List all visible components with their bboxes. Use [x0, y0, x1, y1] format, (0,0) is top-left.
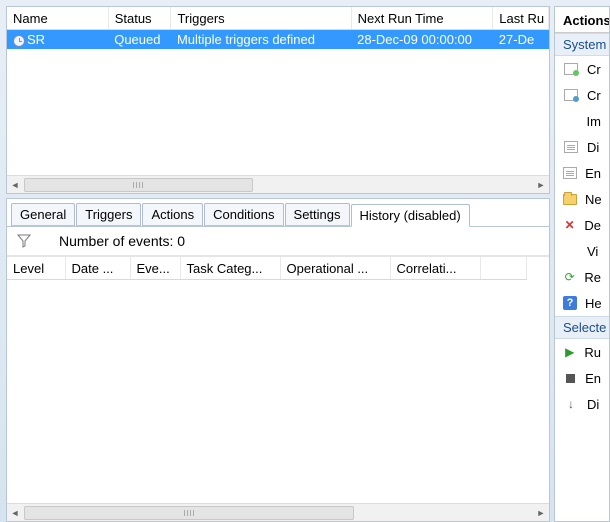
scroll-left-icon[interactable]: ◄	[7, 505, 23, 521]
col-status[interactable]: Status	[108, 7, 171, 30]
view-icon	[563, 243, 579, 259]
import-icon	[563, 113, 579, 129]
cell-triggers: Multiple triggers defined	[171, 30, 351, 50]
actions-panel: Actions System Cr Cr Im Di En Ne ✕ De	[554, 6, 610, 522]
task-detail-panel: General Triggers Actions Conditions Sett…	[6, 198, 550, 522]
col-blank	[480, 257, 527, 280]
down-arrow-icon: ↓	[563, 396, 579, 412]
col-triggers[interactable]: Triggers	[171, 7, 351, 30]
action-create-basic[interactable]: Cr	[555, 56, 609, 82]
col-nextrun[interactable]: Next Run Time	[351, 7, 493, 30]
help-icon: ?	[563, 295, 577, 311]
tab-history[interactable]: History (disabled)	[351, 204, 470, 227]
tab-triggers[interactable]: Triggers	[76, 203, 141, 226]
col-op[interactable]: Operational ...	[280, 257, 390, 280]
col-corr[interactable]: Correlati...	[390, 257, 480, 280]
clock-icon	[13, 35, 25, 47]
action-view[interactable]: Vi	[555, 238, 609, 264]
action-create-task[interactable]: Cr	[555, 82, 609, 108]
action-run[interactable]: ▶ Ru	[555, 339, 609, 365]
actions-title: Actions	[555, 7, 609, 33]
display-icon	[563, 139, 579, 155]
tab-conditions[interactable]: Conditions	[204, 203, 283, 226]
action-enable-history[interactable]: En	[555, 160, 609, 186]
col-level[interactable]: Level	[7, 257, 65, 280]
actions-group-selected: Selecte	[555, 316, 609, 339]
actions-group-system: System	[555, 33, 609, 56]
new-task-globe-icon	[563, 87, 579, 103]
delete-icon: ✕	[563, 217, 576, 233]
cell-last: 27-De	[493, 30, 549, 50]
col-event[interactable]: Eve...	[130, 257, 180, 280]
table-row[interactable]: SR Queued Multiple triggers defined 28-D…	[7, 30, 549, 50]
col-lastrun[interactable]: Last Ru	[493, 7, 549, 30]
col-taskcat[interactable]: Task Categ...	[180, 257, 280, 280]
action-display-running[interactable]: Di	[555, 134, 609, 160]
action-new-folder[interactable]: Ne	[555, 186, 609, 212]
action-import[interactable]: Im	[555, 108, 609, 134]
scroll-left-icon[interactable]: ◄	[7, 177, 23, 193]
action-disable[interactable]: ↓ Di	[555, 391, 609, 417]
scroll-right-icon[interactable]: ►	[533, 505, 549, 521]
events-count-label: Number of events: 0	[59, 233, 185, 249]
events-grid[interactable]: Level Date ... Eve... Task Categ... Oper…	[7, 257, 527, 280]
cell-status: Queued	[108, 30, 171, 50]
new-task-icon	[563, 61, 579, 77]
cell-name: SR	[27, 32, 45, 47]
refresh-icon: ⟳	[563, 269, 576, 285]
document-icon	[563, 165, 577, 181]
cell-next: 28-Dec-09 00:00:00	[351, 30, 493, 50]
folder-icon	[563, 191, 577, 207]
tab-general[interactable]: General	[11, 203, 75, 226]
col-name[interactable]: Name	[7, 7, 108, 30]
filter-icon[interactable]	[17, 234, 31, 248]
stop-icon	[563, 370, 577, 386]
play-icon: ▶	[563, 344, 576, 360]
scroll-right-icon[interactable]: ►	[533, 177, 549, 193]
tasks-grid[interactable]: Name Status Triggers Next Run Time Last …	[7, 7, 549, 49]
detail-tabs: General Triggers Actions Conditions Sett…	[7, 199, 549, 227]
action-end[interactable]: En	[555, 365, 609, 391]
tasks-grid-panel: Name Status Triggers Next Run Time Last …	[6, 6, 550, 194]
hscrollbar-bottom[interactable]: ◄ ►	[7, 503, 549, 521]
action-delete[interactable]: ✕ De	[555, 212, 609, 238]
tab-actions[interactable]: Actions	[142, 203, 203, 226]
hscrollbar-top[interactable]: ◄ ►	[7, 175, 549, 193]
action-help[interactable]: ? He	[555, 290, 609, 316]
tab-settings[interactable]: Settings	[285, 203, 350, 226]
col-date[interactable]: Date ...	[65, 257, 130, 280]
action-refresh[interactable]: ⟳ Re	[555, 264, 609, 290]
